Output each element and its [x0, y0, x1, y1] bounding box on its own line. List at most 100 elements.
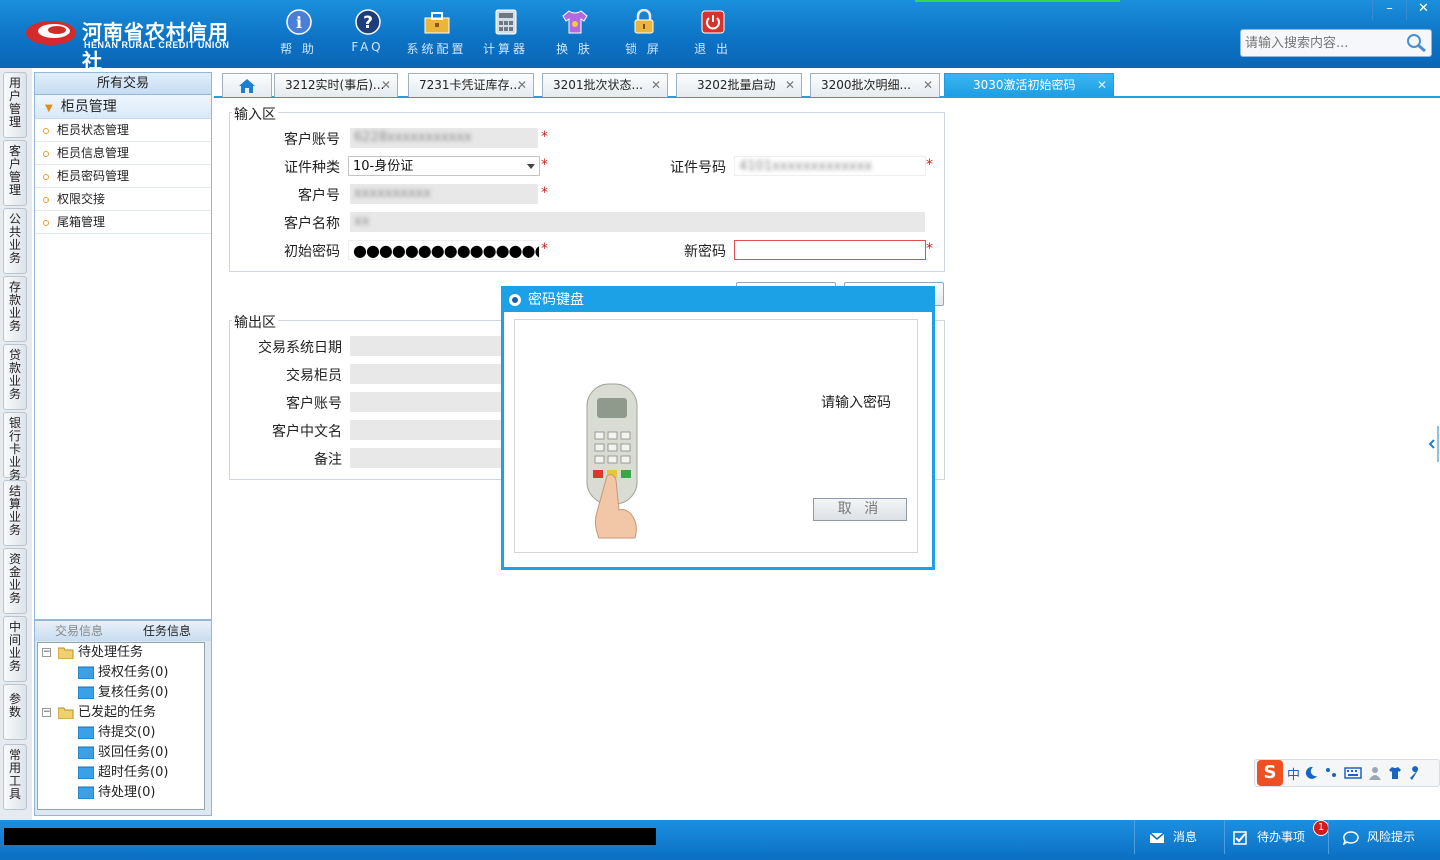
lock-screen-button[interactable]: 锁 屏 — [609, 8, 678, 60]
minimize-button[interactable]: – — [1372, 0, 1406, 20]
close-tab-icon[interactable]: ✕ — [651, 74, 661, 96]
label-trans-date: 交易系统日期 — [258, 340, 342, 356]
exit-label: 退 出 — [694, 42, 731, 56]
exit-button[interactable]: 退 出 — [678, 8, 747, 60]
tree-node-todo[interactable]: 待处理(0) — [38, 783, 204, 803]
moon-icon[interactable] — [1304, 766, 1318, 780]
id-type-select[interactable]: 10-身份证 — [348, 156, 540, 176]
tree-label: 超时任务(0) — [98, 765, 169, 780]
nav-group-label: 柜员管理 — [60, 99, 117, 115]
side-tab-intermediary[interactable]: 中间业务 — [3, 616, 27, 682]
tree-label: 复核任务(0) — [98, 685, 169, 700]
label-customer-no: 客户号 — [298, 188, 340, 204]
tab-label: 7231卡凭证库存... — [419, 78, 521, 92]
side-tab-public[interactable]: 公共业务 — [3, 208, 27, 274]
sogou-logo-icon[interactable]: S — [1257, 760, 1283, 786]
nav-group-teller[interactable]: ▼ 柜员管理 — [35, 95, 211, 119]
tree-node-timeout[interactable]: 超时任务(0) — [38, 763, 204, 783]
side-tab-customer[interactable]: 客户管理 — [3, 140, 27, 206]
close-window-button[interactable]: ✕ — [1406, 0, 1440, 20]
tab-task-info[interactable]: 任务信息 — [123, 621, 211, 641]
side-tab-deposit[interactable]: 存款业务 — [3, 276, 27, 342]
nav-item-handover[interactable]: 权限交接 — [35, 188, 211, 211]
label-id-number: 证件号码 — [670, 160, 726, 176]
tree-node-review[interactable]: 复核任务(0) — [38, 683, 204, 703]
tab-3202[interactable]: 3202批量启动 ✕ — [676, 73, 802, 97]
collapse-icon[interactable]: − — [42, 648, 51, 657]
account-field[interactable]: 6228xxxxxxxxxxx — [350, 128, 538, 148]
pin-pad-illustration-icon — [586, 383, 638, 539]
skin-shirt-icon[interactable] — [1388, 766, 1402, 780]
tab-7231[interactable]: 7231卡凭证库存... ✕ — [408, 73, 534, 97]
tab-label: 3030激活初始密码 — [973, 78, 1076, 92]
side-tab-settlement[interactable]: 结算业务 — [3, 480, 27, 546]
faq-label: FAQ — [351, 40, 384, 54]
risk-alert-button[interactable]: 风险提示 — [1328, 820, 1440, 854]
required-mark: * — [926, 241, 933, 257]
tab-3200[interactable]: 3200批次明细... ✕ — [810, 73, 940, 97]
nav-item-cashbox[interactable]: 尾箱管理 — [35, 211, 211, 234]
skin-button[interactable]: 换 肤 — [540, 8, 609, 60]
ime-mode-button[interactable]: 中 — [1287, 764, 1300, 783]
output-section-title: 输出区 — [232, 312, 278, 332]
close-tab-icon[interactable]: ✕ — [1097, 74, 1107, 96]
close-tab-icon[interactable]: ✕ — [923, 74, 933, 96]
help-button[interactable]: i 帮 助 — [264, 8, 333, 60]
side-tab-tools[interactable]: 常用工具 — [3, 744, 27, 810]
nav-item-teller-status[interactable]: 柜员状态管理 — [35, 119, 211, 142]
skin-label: 换 肤 — [556, 42, 593, 56]
close-tab-icon[interactable]: ✕ — [381, 74, 391, 96]
tab-3212[interactable]: 3212实时(事后)... ✕ — [274, 73, 398, 97]
keypad-app-icon — [509, 294, 521, 306]
punctuation-icon[interactable] — [1324, 766, 1338, 780]
side-tab-params[interactable]: 参数 — [3, 684, 27, 740]
lock-screen-label: 锁 屏 — [625, 42, 662, 56]
tab-home[interactable] — [222, 73, 272, 97]
close-tab-icon[interactable]: ✕ — [517, 74, 527, 96]
initial-password-field[interactable]: ●●●●●●●●●●●●●●●● — [348, 240, 540, 260]
tree-label: 待处理(0) — [98, 785, 156, 800]
calculator-icon — [495, 9, 516, 35]
collapse-icon[interactable]: − — [42, 708, 51, 717]
risk-label: 风险提示 — [1367, 830, 1416, 844]
faq-button[interactable]: ? FAQ — [333, 8, 402, 60]
keyboard-icon[interactable] — [1344, 766, 1362, 780]
cn-name-field — [350, 420, 510, 440]
tab-3030-active[interactable]: 3030激活初始密码 ✕ — [944, 73, 1114, 97]
collapse-right-panel-icon[interactable] — [1428, 424, 1440, 464]
nav-item-teller-info[interactable]: 柜员信息管理 — [35, 142, 211, 165]
messages-button[interactable]: 消息 — [1134, 820, 1224, 854]
tree-node-auth[interactable]: 授权任务(0) — [38, 663, 204, 683]
search-icon[interactable] — [1405, 33, 1427, 53]
side-tab-loan[interactable]: 贷款业务 — [3, 344, 27, 410]
tab-3201[interactable]: 3201批次状态... ✕ — [542, 73, 668, 97]
customer-name-field[interactable]: xx — [350, 212, 925, 232]
customer-no-field[interactable]: xxxxxxxxxx — [350, 184, 538, 204]
user-icon[interactable] — [1368, 766, 1382, 780]
wrench-icon[interactable] — [1408, 766, 1422, 780]
close-tab-icon[interactable]: ✕ — [785, 74, 795, 96]
tree-node-pending[interactable]: − 待处理任务 — [38, 643, 204, 663]
label-remark: 备注 — [314, 452, 342, 468]
todo-button[interactable]: 待办事项 1 — [1224, 820, 1329, 854]
side-tab-fund[interactable]: 资金业务 — [3, 548, 27, 614]
nav-item-label: 尾箱管理 — [57, 215, 106, 229]
nav-item-teller-password[interactable]: 柜员密码管理 — [35, 165, 211, 188]
search-input[interactable] — [1241, 30, 1401, 56]
calculator-label: 计算器 — [482, 42, 528, 56]
calculator-button[interactable]: 计算器 — [471, 8, 540, 60]
cancel-button[interactable]: 取 消 — [813, 498, 907, 521]
folder-open-icon — [58, 707, 74, 719]
tree-node-rejected[interactable]: 驳回任务(0) — [38, 743, 204, 763]
tab-transaction-info[interactable]: 交易信息 — [35, 621, 123, 641]
id-number-field[interactable]: 4101xxxxxxxxxxxxx — [734, 156, 926, 176]
new-password-field[interactable] — [734, 240, 926, 260]
task-panel: 交易信息 任务信息 − 待处理任务 授权任务(0) 复核任务(0) − 已发起的… — [34, 620, 212, 816]
tree-node-to-submit[interactable]: 待提交(0) — [38, 723, 204, 743]
tree-label: 已发起的任务 — [78, 705, 157, 720]
required-mark: * — [926, 157, 933, 173]
tree-node-initiated[interactable]: − 已发起的任务 — [38, 703, 204, 723]
system-config-button[interactable]: 系统配置 — [402, 8, 471, 60]
side-tab-card[interactable]: 银行卡业务 — [3, 412, 27, 482]
side-tab-user[interactable]: 用户管理 — [3, 72, 27, 138]
